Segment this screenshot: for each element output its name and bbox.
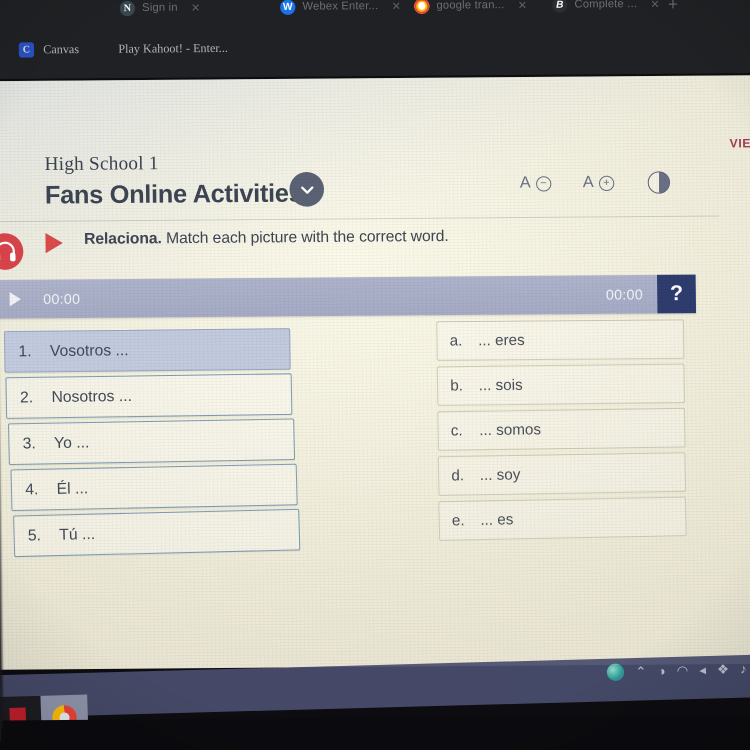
page-title: Fans Online Activities xyxy=(44,179,303,210)
browser-chrome: N Sign in ✕ W Webex Enter... ✕ G google … xyxy=(0,0,750,80)
contrast-toggle-icon[interactable] xyxy=(647,171,671,194)
close-icon[interactable]: ✕ xyxy=(391,0,402,12)
monitor-bezel-bottom xyxy=(0,714,750,750)
item-text: ... es xyxy=(480,511,514,529)
item-text: Él ... xyxy=(56,479,89,498)
webex-icon: W xyxy=(280,0,296,15)
item-key: e. xyxy=(451,511,465,530)
item-text: ... somos xyxy=(479,421,542,440)
item-text: Nosotros ... xyxy=(51,387,133,406)
bookmark-canvas[interactable]: C Canvas xyxy=(18,41,80,58)
volume-icon[interactable]: ◂ xyxy=(699,662,706,678)
bookmark-label: Canvas xyxy=(43,41,80,57)
activity-page: ñol ntillana High School 1 Fans Online A… xyxy=(0,74,750,670)
match-left-item[interactable]: 1. Vosotros ... xyxy=(3,328,291,373)
bookmark-label: Play Kahoot! - Enter... xyxy=(118,40,228,56)
item-key: 2. xyxy=(19,388,34,407)
match-left-item[interactable]: 4. Él ... xyxy=(10,463,298,512)
music-note-icon[interactable]: ♪ xyxy=(740,661,747,676)
match-right-item[interactable]: a. ... eres xyxy=(436,319,685,361)
font-increase-letter: A xyxy=(582,173,594,192)
view-score-link[interactable]: VIEW SC xyxy=(730,136,750,151)
play-icon[interactable] xyxy=(10,292,21,306)
item-key: 1. xyxy=(18,342,32,360)
help-button[interactable]: ? xyxy=(656,274,697,314)
audio-player-bar[interactable]: 00:00 00:00 ? xyxy=(0,274,697,319)
match-left-item[interactable]: 3. Yo ... xyxy=(7,418,296,466)
tab-title: Sign in xyxy=(142,1,178,14)
item-key: 5. xyxy=(27,526,42,545)
app-icon[interactable]: ◑ xyxy=(657,663,665,678)
google-icon: G xyxy=(414,0,430,14)
tab-title: Complete ... xyxy=(574,0,638,11)
bookmark-kahoot[interactable]: Play Kahoot! - Enter... xyxy=(118,41,228,57)
instruction-text: Relaciona. Match each picture with the c… xyxy=(84,228,449,249)
item-text: Vosotros ... xyxy=(49,341,129,360)
header-divider xyxy=(0,215,720,223)
item-key: b. xyxy=(450,377,464,395)
canvas-icon: C xyxy=(18,42,35,58)
match-left-column: 1. Vosotros ... 2. Nosotros ... 3. Yo ..… xyxy=(3,328,301,559)
item-key: c. xyxy=(450,422,463,440)
brand-logo: ñol ntillana xyxy=(0,154,23,201)
notes-icon: N xyxy=(119,0,136,16)
item-text: Tú ... xyxy=(59,525,96,544)
browser-tab[interactable]: B Complete ... ✕ xyxy=(546,0,673,20)
audio-total-time: 00:00 xyxy=(605,286,644,303)
match-right-item[interactable]: b. ... sois xyxy=(436,363,686,406)
tab-title: Webex Enter... xyxy=(302,0,379,13)
system-tray: ⌃ ◑ ◠ ◂ ❖ ♪ 12 xyxy=(606,659,750,682)
caret-up-icon[interactable]: ⌃ xyxy=(635,663,647,680)
photographed-screen: N Sign in ✕ W Webex Enter... ✕ G google … xyxy=(0,0,750,750)
chevron-down-icon[interactable] xyxy=(289,171,325,207)
match-left-item[interactable]: 5. Tú ... xyxy=(13,508,301,558)
play-triangle-icon[interactable] xyxy=(45,232,63,254)
close-icon[interactable]: ✕ xyxy=(191,1,201,14)
font-decrease-letter: A xyxy=(519,174,531,192)
browser-tabstrip: N Sign in ✕ W Webex Enter... ✕ G google … xyxy=(0,0,750,26)
font-decrease-sign: − xyxy=(535,175,552,192)
instruction-bold: Relaciona. xyxy=(83,230,162,248)
new-tab-button[interactable]: + xyxy=(668,0,678,15)
item-text: Yo ... xyxy=(53,433,90,452)
item-text: ... soy xyxy=(479,466,521,485)
cortana-circle-icon[interactable] xyxy=(606,663,625,682)
close-icon[interactable]: ✕ xyxy=(518,0,528,12)
font-increase-sign: + xyxy=(598,175,615,191)
browser-tab[interactable]: N Sign in ✕ xyxy=(114,0,236,23)
match-left-item[interactable]: 2. Nosotros ... xyxy=(5,373,293,419)
bookmarks-bar: C Canvas Play Kahoot! - Enter... xyxy=(0,28,750,75)
wifi-icon[interactable]: ◠ xyxy=(676,662,688,679)
font-decrease-icon[interactable]: A − xyxy=(519,174,552,193)
tab-title: google tran... xyxy=(436,0,505,12)
item-text: ... eres xyxy=(478,331,525,350)
match-right-item[interactable]: c. ... somos xyxy=(437,407,686,451)
font-increase-icon[interactable]: A + xyxy=(582,173,615,193)
dropbox-icon[interactable]: ❖ xyxy=(717,661,729,678)
page-header: High School 1 Fans Online Activities xyxy=(44,152,302,211)
screen-content: N Sign in ✕ W Webex Enter... ✕ G google … xyxy=(0,0,750,750)
item-text: ... sois xyxy=(478,376,523,395)
item-key: 4. xyxy=(24,480,39,499)
match-right-column: a. ... eres b. ... sois c. ... somos d. … xyxy=(436,319,687,544)
blackboard-icon: B xyxy=(552,0,568,13)
close-icon[interactable]: ✕ xyxy=(650,0,660,11)
item-key: 3. xyxy=(22,434,36,453)
browser-tab[interactable]: W Webex Enter... ✕ xyxy=(274,0,411,22)
match-right-item[interactable]: d. ... soy xyxy=(437,452,687,496)
match-right-item[interactable]: e. ... es xyxy=(438,496,687,541)
headphones-icon xyxy=(0,233,24,270)
brand-espanol-text: ñol xyxy=(0,154,23,190)
browser-tab[interactable]: G google tran... ✕ xyxy=(408,0,545,21)
instruction-rest: Match each picture with the correct word… xyxy=(161,227,449,248)
brand-santillana-text: ntillana xyxy=(0,188,23,200)
audio-current-time: 00:00 xyxy=(43,290,81,308)
item-key: a. xyxy=(449,332,463,350)
item-key: d. xyxy=(451,467,465,485)
course-level-label: High School 1 xyxy=(44,152,159,176)
